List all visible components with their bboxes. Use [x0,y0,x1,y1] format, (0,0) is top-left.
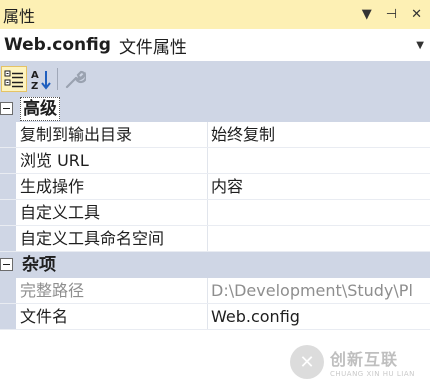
property-value[interactable]: Web.config [211,304,430,329]
categorized-view-icon [4,70,23,88]
property-name: 自定义工具命名空间 [20,229,165,248]
alphabetical-button[interactable]: A Z [28,66,54,92]
watermark-text: 创新互联 CHUANG XIN HU LIAN [330,346,415,378]
collapse-toggle-icon[interactable] [0,258,13,271]
title-bar-controls: ▼ ⊣ ✕ [362,8,430,21]
category-advanced[interactable]: 高级 [0,96,430,122]
property-name: 文件名 [20,307,69,326]
property-row[interactable]: 浏览 URL [0,148,430,174]
svg-text:A: A [31,70,39,81]
column-divider[interactable] [207,174,208,199]
dropdown-arrow-icon[interactable]: ▼ [362,8,372,21]
toolbar-separator [57,68,58,90]
wrench-icon [65,70,86,89]
svg-text:Z: Z [31,81,38,90]
property-row[interactable]: 复制到输出目录 始终复制 [0,122,430,148]
property-value[interactable]: 内容 [211,174,430,199]
property-name: 自定义工具 [20,203,101,222]
property-value[interactable] [211,148,430,173]
panel-title: 属性 [3,6,36,26]
object-selector[interactable]: Web.config 文件属性 ▼ [0,29,430,62]
column-divider[interactable] [207,122,208,147]
property-name: 完整路径 [20,281,85,300]
property-value[interactable]: 始终复制 [211,122,430,147]
properties-toolbar: A Z [0,62,430,96]
property-row[interactable]: 自定义工具 [0,200,430,226]
property-row[interactable]: 文件名 Web.config [0,304,430,330]
column-divider[interactable] [207,278,208,303]
property-row[interactable]: 生成操作 内容 [0,174,430,200]
category-misc[interactable]: 杂项 [0,252,430,278]
column-divider[interactable] [207,304,208,329]
property-row[interactable]: 完整路径 D:\Development\Study\Pl [0,278,430,304]
property-value[interactable] [211,200,430,225]
property-row[interactable]: 自定义工具命名空间 [0,226,430,252]
column-divider[interactable] [207,148,208,173]
property-name: 浏览 URL [20,151,89,170]
property-name: 生成操作 [20,177,85,196]
watermark-logo-icon: ✕ [290,345,324,379]
property-value[interactable] [211,226,430,251]
property-grid: 高级 复制到输出目录 始终复制 浏览 URL 生成操作 内容 自定义工具 自定义… [0,96,430,330]
categorized-button[interactable] [1,66,27,92]
watermark: ✕ 创新互联 CHUANG XIN HU LIAN [290,340,430,384]
property-value: D:\Development\Study\Pl [211,281,413,300]
watermark-text-en: CHUANG XIN HU LIAN [330,370,415,378]
close-icon[interactable]: ✕ [411,8,422,21]
chevron-down-icon[interactable]: ▼ [416,40,430,51]
alphabetical-sort-icon: A Z [31,70,51,90]
property-name: 复制到输出目录 [20,125,133,144]
properties-title-bar: 属性 ▼ ⊣ ✕ [0,0,430,29]
category-label: 高级 [20,97,60,121]
category-label: 杂项 [22,255,56,275]
column-divider[interactable] [207,226,208,251]
collapse-toggle-icon[interactable] [0,102,13,115]
pin-icon[interactable]: ⊣ [386,8,397,21]
watermark-text-cn: 创新互联 [330,350,399,369]
object-type: 文件属性 [118,37,187,58]
object-name: Web.config [4,35,111,55]
property-pages-button[interactable] [62,66,88,92]
column-divider[interactable] [207,200,208,225]
